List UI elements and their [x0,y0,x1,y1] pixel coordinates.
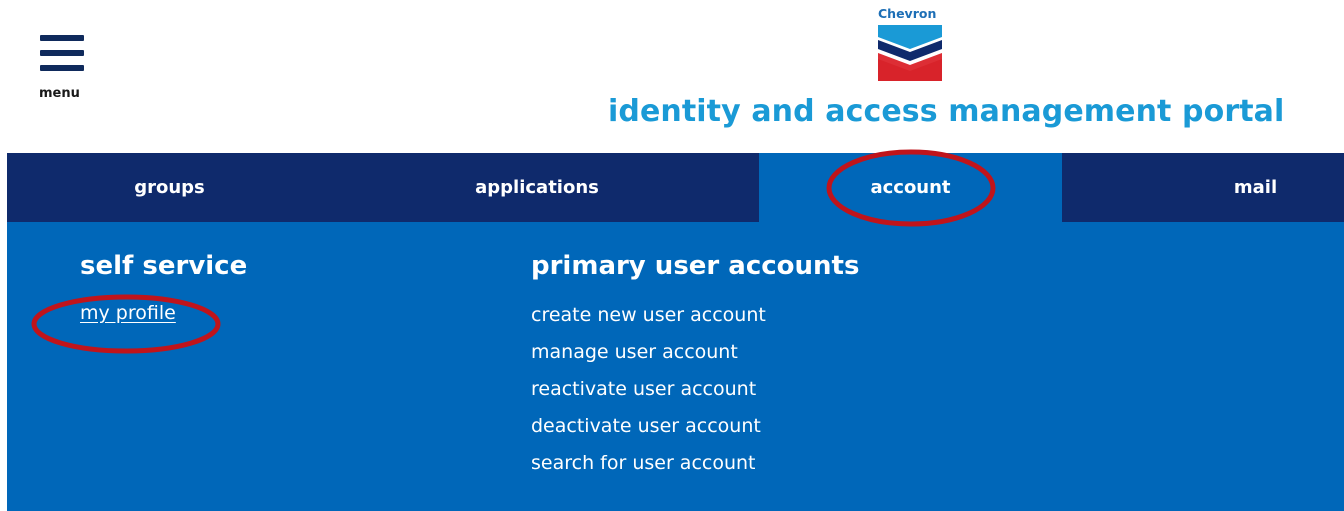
main-nav-tabs: groups applications account mail [7,153,1344,222]
page-header: menu Chevron identity and access managem… [0,0,1344,153]
chevron-logo[interactable]: Chevron [872,6,948,82]
self-service-column: self service my profile [80,250,247,326]
search-user-account-link[interactable]: search for user account [531,445,859,482]
tab-applications[interactable]: applications [392,153,682,222]
deactivate-user-account-link[interactable]: deactivate user account [531,408,859,445]
menu-button[interactable]: menu [39,35,89,105]
hamburger-icon [40,35,84,73]
portal-title: identity and access management portal [608,94,1285,129]
chevron-logo-icon [878,25,942,81]
logo-text: Chevron [878,6,937,21]
tab-account[interactable]: account [759,153,1062,222]
primary-user-accounts-column: primary user accounts create new user ac… [531,250,859,482]
tab-groups[interactable]: groups [7,153,332,222]
menu-label: menu [39,86,80,101]
manage-user-account-link[interactable]: manage user account [531,334,859,371]
reactivate-user-account-link[interactable]: reactivate user account [531,371,859,408]
my-profile-link[interactable]: my profile [80,300,247,326]
self-service-heading: self service [80,251,248,281]
create-user-account-link[interactable]: create new user account [531,297,859,334]
primary-user-accounts-links: create new user account manage user acco… [531,297,859,482]
primary-user-accounts-heading: primary user accounts [531,251,860,281]
tab-mail[interactable]: mail [1167,153,1344,222]
account-dropdown-panel: self service my profile primary user acc… [7,222,1344,511]
